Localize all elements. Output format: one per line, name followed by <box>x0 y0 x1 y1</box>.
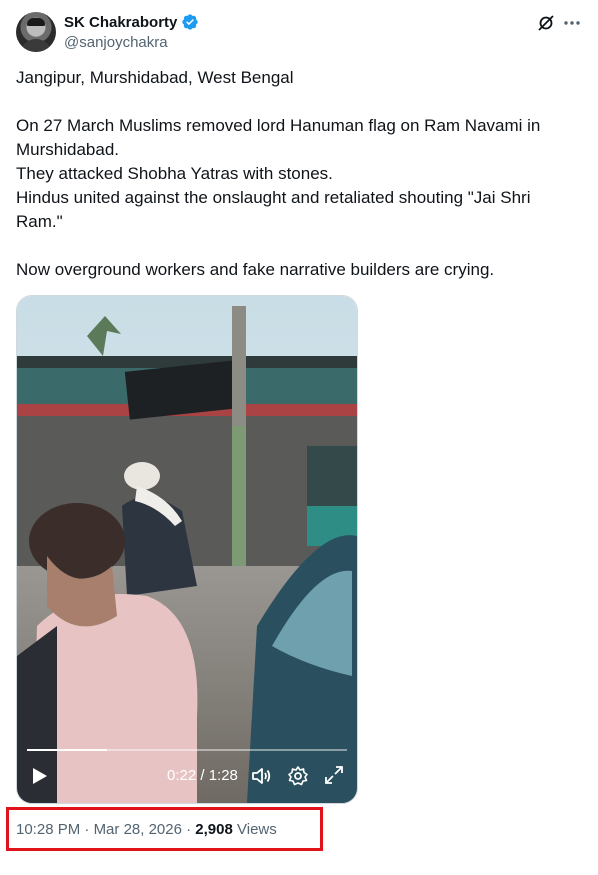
more-options-icon[interactable] <box>562 13 582 33</box>
video-progress-bar[interactable] <box>27 749 347 751</box>
highlight-annotation-box <box>6 807 323 851</box>
fullscreen-icon[interactable] <box>324 765 344 785</box>
tweet-text: Jangipur, Murshidabad, West Bengal On 27… <box>16 68 541 279</box>
video-controls: 0:22 / 1:28 <box>17 758 357 798</box>
play-icon[interactable] <box>31 766 49 786</box>
volume-icon[interactable] <box>250 765 272 787</box>
video-time: 0:22 / 1:28 <box>167 767 238 784</box>
avatar-body-shape <box>20 39 52 52</box>
video-frame <box>17 296 357 803</box>
grok-icon[interactable] <box>536 13 556 33</box>
video-progress-fill <box>27 749 107 751</box>
author-handle[interactable]: @sanjoychakra <box>64 34 168 51</box>
author-name-row: SK Chakraborty <box>64 13 199 31</box>
author-name[interactable]: SK Chakraborty <box>64 14 177 31</box>
avatar-hat-shape <box>27 18 45 26</box>
video-player[interactable]: 0:22 / 1:28 <box>16 295 358 804</box>
verified-badge-icon <box>182 14 199 30</box>
author-avatar[interactable] <box>16 12 56 52</box>
settings-icon[interactable] <box>287 765 309 787</box>
